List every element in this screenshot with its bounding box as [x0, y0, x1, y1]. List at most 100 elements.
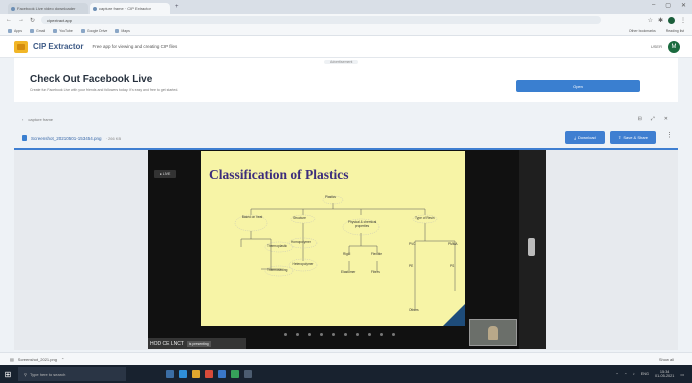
reload-icon[interactable]: ↻ [30, 17, 35, 24]
pager-dot[interactable] [308, 333, 311, 336]
bookmark-item[interactable]: Gmail [29, 28, 45, 33]
bookmark-item[interactable]: Google Drive [80, 28, 107, 33]
download-button[interactable]: ⤓ Download [565, 131, 605, 144]
windows-start-icon[interactable]: ⊞ [0, 365, 16, 383]
download-icon: ⤓ [574, 135, 576, 140]
pager-dot[interactable] [320, 333, 323, 336]
pager-dot[interactable] [392, 333, 395, 336]
notifications-icon[interactable]: ▭ [680, 372, 684, 377]
presentation-slide: Classification of Plastics Plastics Base… [201, 151, 465, 326]
taskbar-search[interactable]: ⚲ Type here to search [18, 367, 126, 381]
person-silhouette [488, 326, 498, 340]
minimize-icon[interactable]: – [652, 2, 655, 9]
edge-icon[interactable] [179, 370, 187, 378]
node-ps: PS [450, 264, 455, 268]
search-icon: ⚲ [24, 371, 27, 377]
chrome-icon[interactable] [231, 370, 239, 378]
browser-tab[interactable]: Facebook Live video downloader [8, 3, 88, 14]
app-header: CIP Extractor Free app for viewing and c… [0, 36, 692, 58]
window-controls: – ▢ ✕ [652, 2, 686, 9]
banner-subtitle: Create fun Facebook Live with your frien… [30, 88, 179, 92]
app-name[interactable]: CIP Extractor [33, 42, 84, 51]
menu-icon[interactable]: ⋮ [680, 17, 686, 24]
system-tray: ⌃ ◔ ♪ ENG 15:34 01-05-2021 ▭ [615, 370, 684, 378]
more-options-icon[interactable]: ⋮ [666, 131, 673, 139]
classification-tree-diagram [234, 195, 456, 311]
bookmarks-right: Other bookmarks Reading list [629, 29, 684, 33]
show-all-link[interactable]: Show all [659, 357, 674, 362]
pager-dot[interactable] [296, 333, 299, 336]
office-icon[interactable] [205, 370, 213, 378]
maximize-icon[interactable]: ▢ [665, 2, 671, 9]
expand-icon[interactable]: ⤢ [651, 116, 655, 122]
file-name[interactable]: Screenshot_20210501-153454.png [31, 136, 102, 141]
browser-actions: ☆ ✱ ⋮ [648, 16, 686, 24]
pager-dot[interactable] [380, 333, 383, 336]
pager-dot[interactable] [332, 333, 335, 336]
tab-label: capture frame · CIP Extractor [99, 6, 151, 11]
extensions-icon[interactable]: ✱ [658, 17, 663, 24]
header-right: USER M [650, 40, 680, 53]
node-homopolymer: Homopolymer [291, 240, 311, 244]
ad-tag: Advertisement [324, 60, 359, 64]
bookmark-label: Apps [14, 28, 22, 33]
star-icon[interactable]: ☆ [648, 17, 653, 24]
app-logo-icon[interactable] [14, 40, 28, 53]
bookmark-item[interactable]: YouTube [53, 28, 73, 33]
file-explorer-icon[interactable] [192, 370, 200, 378]
bookmark-item[interactable]: Maps [115, 28, 130, 33]
share-button[interactable]: ⇪ Save & Share [610, 131, 656, 144]
close-icon[interactable]: ✕ [681, 2, 686, 9]
download-item[interactable]: Screenshot_2021.png [18, 357, 57, 362]
pager-dot[interactable] [368, 333, 371, 336]
forward-icon[interactable]: → [18, 17, 24, 23]
chevron-up-icon[interactable]: ⌃ [61, 357, 64, 362]
app-tagline: Free app for viewing and creating CIP fi… [92, 44, 178, 49]
node-based-on-heat: Based on heat [241, 215, 263, 219]
volume-icon[interactable]: ♪ [633, 372, 635, 376]
file-size: · 266 KB [105, 135, 122, 141]
node-flexible: Flexible [371, 252, 382, 256]
reading-list[interactable]: Reading list [666, 29, 684, 33]
scroll-handle[interactable] [528, 238, 535, 256]
banner-open-button[interactable]: Open [516, 80, 640, 92]
presenter-name: HOD CE LNCT [150, 340, 184, 347]
bookmark-item[interactable]: Apps [8, 28, 22, 33]
node-pmma: PMMA [448, 242, 458, 246]
node-thermoplastic: Thermoplastic [267, 244, 288, 248]
search-placeholder: Type here to search [29, 371, 66, 377]
presenter-thumbnail[interactable] [469, 319, 517, 346]
url-input[interactable]: cipextract.app [41, 16, 602, 24]
download-bar: ▤ Screenshot_2021.png ⌃ Show all [0, 352, 692, 365]
store-icon[interactable] [218, 370, 226, 378]
minimize-panel-icon[interactable]: ⊟ [638, 116, 642, 122]
url-text: cipextract.app [47, 17, 72, 23]
network-icon[interactable]: ◔ [625, 372, 627, 376]
browser-tab-active[interactable]: capture frame · CIP Extractor [90, 3, 170, 14]
back-icon[interactable]: ← [6, 17, 12, 23]
windows-taskbar: ⊞ ⚲ Type here to search ⌃ ◔ ♪ ENG 15:34 … [0, 365, 692, 383]
clock[interactable]: 15:34 01-05-2021 [655, 370, 674, 378]
chevron-up-tray-icon[interactable]: ⌃ [615, 372, 618, 377]
new-tab-icon[interactable]: + [175, 4, 179, 10]
other-bookmarks[interactable]: Other bookmarks [629, 29, 656, 33]
profile-avatar[interactable] [668, 16, 675, 24]
favicon-icon [11, 6, 15, 11]
user-avatar[interactable]: M [668, 40, 680, 53]
node-rigid: Rigid [343, 252, 351, 256]
presenter-caption: HOD CE LNCT is presenting [148, 338, 246, 349]
slide-corner-decoration [443, 304, 465, 326]
chevron-left-icon[interactable]: ‹ [22, 117, 23, 122]
pager-dot[interactable] [284, 333, 287, 336]
pager-dot[interactable] [344, 333, 347, 336]
task-view-icon[interactable] [166, 370, 174, 378]
language-indicator[interactable]: ENG [641, 372, 649, 376]
app-icon[interactable] [244, 370, 252, 378]
share-label: Save & Share [623, 135, 649, 140]
breadcrumb-label[interactable]: capture frame [28, 117, 53, 122]
user-label: USER [650, 44, 662, 49]
close-panel-icon[interactable]: ✕ [664, 116, 668, 122]
node-plastics: Plastics [325, 195, 336, 199]
pager-dot[interactable] [356, 333, 359, 336]
tab-label: Facebook Live video downloader [17, 6, 76, 11]
